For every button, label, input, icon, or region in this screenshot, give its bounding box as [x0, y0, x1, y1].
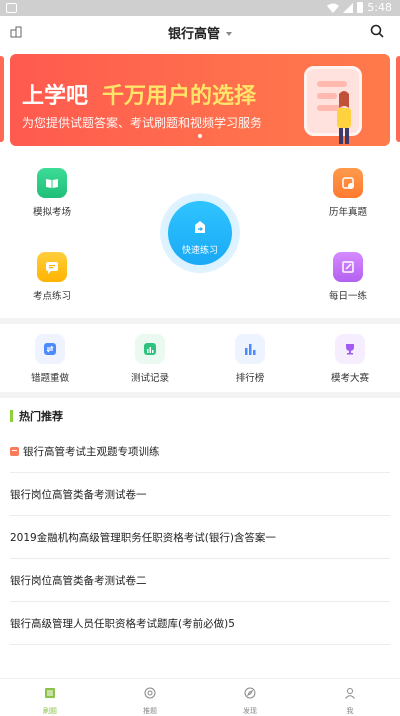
- login-icon: [195, 221, 205, 233]
- search-icon[interactable]: [370, 24, 384, 38]
- app-header: 银行高管: [0, 16, 400, 48]
- quick-practice-label: 快速练习: [181, 246, 218, 256]
- bar-chart-icon: [235, 334, 265, 364]
- tab-me[interactable]: 我: [300, 684, 400, 716]
- person-illustration: [337, 91, 351, 144]
- list-item[interactable]: 银行岗位高管类备考测试卷一: [10, 473, 390, 516]
- mock-contest-label: 模考大赛: [330, 373, 369, 384]
- wifi-icon: [327, 3, 340, 13]
- list-item[interactable]: 银行高管考试主观题专项训练: [10, 430, 390, 473]
- banner[interactable]: 上学吧 千万用户的选择 为您提供试题答案、考试刷题和视频学习服务: [10, 54, 390, 146]
- section-title: 热门推荐: [10, 408, 63, 424]
- banner-headline: 上学吧 千万用户的选择: [22, 78, 256, 110]
- tab-practice-label: 刷题: [43, 707, 57, 715]
- banner-next-peek: [396, 56, 400, 142]
- key-points-label: 考点练习: [32, 291, 71, 302]
- daily-practice-button[interactable]: 每日一练: [308, 252, 388, 302]
- list-item-title: 2019金融机构高级管理职务任职资格考试(银行)含答案一: [10, 531, 276, 544]
- list-item-title: 银行岗位高管类备考测试卷二: [10, 574, 147, 587]
- status-time: 5:48: [367, 1, 392, 14]
- ranking-button[interactable]: 排行榜: [200, 334, 300, 384]
- banner-subtitle: 为您提供试题答案、考试刷题和视频学习服务: [22, 116, 263, 130]
- page-title: 银行高管: [167, 27, 220, 42]
- redo-errors-button[interactable]: 错题重做: [0, 334, 100, 384]
- divider: [0, 392, 400, 398]
- quick-practice-button[interactable]: 快速练习: [160, 193, 240, 273]
- tab-me-label: 我: [346, 707, 354, 715]
- list-icon: [45, 688, 55, 698]
- key-points-button[interactable]: 考点练习: [12, 252, 92, 302]
- banner-headline-part1: 上学吧: [22, 84, 89, 109]
- tools-row: 错题重做 测试记录 排行榜 模考大赛: [0, 326, 400, 388]
- tab-discover[interactable]: 发现: [200, 684, 300, 716]
- hot-list: 银行高管考试主观题专项训练 银行岗位高管类备考测试卷一 2019金融机构高级管理…: [0, 430, 400, 645]
- list-item[interactable]: 银行岗位高管类备考测试卷二: [10, 559, 390, 602]
- section-accent-bar: [10, 410, 13, 422]
- tag-icon: [10, 446, 19, 456]
- ranking-label: 排行榜: [235, 373, 265, 384]
- hot-recommend-title: 热门推荐: [19, 410, 63, 423]
- chart-icon: [135, 334, 165, 364]
- list-item[interactable]: 银行高级管理人员任职资格考试题库(考前必做)5: [10, 602, 390, 645]
- book-icon: [37, 168, 67, 198]
- bottom-tab-bar: 刷题 推题 发现 我: [0, 678, 400, 715]
- list-item-title: 银行高级管理人员任职资格考试题库(考前必做)5: [10, 617, 235, 630]
- compass-icon: [244, 687, 256, 699]
- list-item-title: 银行高管考试主观题专项训练: [23, 445, 160, 458]
- edit-icon: [333, 252, 363, 282]
- redo-icon: [35, 334, 65, 364]
- divider: [0, 318, 400, 324]
- tab-discover-label: 发现: [243, 707, 257, 715]
- mock-contest-button[interactable]: 模考大赛: [300, 334, 400, 384]
- past-papers-label: 历年真题: [328, 207, 367, 218]
- person-icon: [345, 688, 355, 699]
- banner-headline-part2: 千万用户的选择: [102, 84, 257, 109]
- past-papers-button[interactable]: 历年真题: [308, 168, 388, 218]
- test-records-label: 测试记录: [130, 373, 169, 384]
- list-item-title: 银行岗位高管类备考测试卷一: [10, 488, 147, 501]
- banner-carousel[interactable]: 上学吧 千万用户的选择 为您提供试题答案、考试刷题和视频学习服务: [0, 50, 400, 148]
- tab-recommend-label: 推题: [143, 707, 157, 715]
- app-notification-icon: [6, 3, 17, 13]
- chevron-down-icon: [226, 31, 232, 36]
- target-icon: [144, 687, 156, 699]
- quick-practice-circle: 快速练习: [168, 201, 232, 265]
- banner-prev-peek: [0, 56, 4, 142]
- list-item[interactable]: 2019金融机构高级管理职务任职资格考试(银行)含答案一: [10, 516, 390, 559]
- chat-icon: [37, 252, 67, 282]
- status-bar: 5:48: [0, 0, 400, 16]
- mock-exam-label: 模拟考场: [32, 207, 71, 218]
- tab-practice[interactable]: 刷题: [0, 684, 100, 716]
- test-records-button[interactable]: 测试记录: [100, 334, 200, 384]
- signal-icon: [343, 2, 354, 13]
- trophy-icon: [335, 334, 365, 364]
- carousel-indicator: [198, 134, 202, 138]
- redo-errors-label: 错题重做: [30, 373, 69, 384]
- tab-recommend[interactable]: 推题: [100, 684, 200, 716]
- calendar-icon: [333, 168, 363, 198]
- exam-selector[interactable]: 银行高管: [0, 23, 400, 42]
- daily-practice-label: 每日一练: [328, 291, 367, 302]
- mock-exam-button[interactable]: 模拟考场: [12, 168, 92, 218]
- battery-icon: [357, 2, 364, 13]
